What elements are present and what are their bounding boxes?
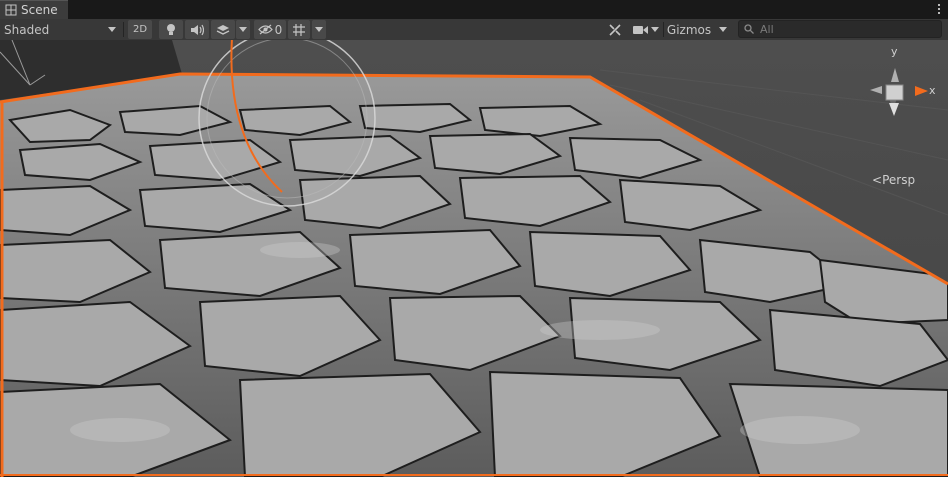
lightbulb-icon xyxy=(167,24,175,35)
lighting-toggle-button[interactable] xyxy=(159,20,183,39)
scene-visibility-button[interactable]: 0 xyxy=(254,20,286,39)
chevron-down-icon xyxy=(239,27,247,32)
gizmos-label: Gizmos xyxy=(666,22,712,37)
tab-label: Scene xyxy=(21,3,58,17)
audio-toggle-button[interactable] xyxy=(185,20,209,39)
hidden-count: 0 xyxy=(274,22,283,37)
search-icon xyxy=(744,24,754,34)
grid-icon xyxy=(293,23,305,36)
chevron-down-icon xyxy=(719,27,727,32)
persp-chevron-icon: < xyxy=(872,173,883,187)
scene-viewport[interactable]: y x <Persp xyxy=(0,40,948,477)
scene-toolbar: Shaded 2D 0 Gizmos All xyxy=(0,19,948,41)
effects-dropdown-button[interactable] xyxy=(236,20,250,39)
projection-label: Persp xyxy=(882,173,916,187)
camera-settings-button[interactable] xyxy=(631,20,661,39)
toggle-2d-button[interactable]: 2D xyxy=(128,20,152,39)
tools-button[interactable] xyxy=(604,20,626,39)
x-axis-label: x xyxy=(929,84,936,97)
draw-mode-label: Shaded xyxy=(4,22,50,37)
grid-snapping-button[interactable] xyxy=(288,20,310,39)
eye-hidden-icon xyxy=(257,24,273,35)
gizmos-dropdown-button[interactable] xyxy=(714,20,732,39)
chevron-down-icon xyxy=(315,27,323,32)
gizmo-center-cube[interactable] xyxy=(885,84,904,101)
gizmos-toggle-button[interactable]: Gizmos xyxy=(665,20,713,39)
tools-icon xyxy=(609,23,621,36)
hierarchy-search-field[interactable]: All xyxy=(738,20,942,38)
y-axis-label: y xyxy=(891,45,898,58)
separator xyxy=(123,22,124,37)
tab-bar: Scene xyxy=(0,0,948,19)
draw-mode-dropdown[interactable]: Shaded xyxy=(0,20,120,39)
grid-dropdown-button[interactable] xyxy=(312,20,326,39)
tab-scene[interactable]: Scene xyxy=(0,0,68,19)
video-camera-icon xyxy=(633,25,648,34)
chevron-down-icon xyxy=(651,27,659,32)
scene-grid-icon xyxy=(5,4,17,16)
chevron-down-icon xyxy=(108,27,116,32)
effects-toggle-button[interactable] xyxy=(211,20,235,39)
more-options-icon[interactable] xyxy=(936,1,942,17)
scene-render xyxy=(0,40,948,477)
speaker-icon xyxy=(191,24,204,35)
layers-icon xyxy=(216,24,230,35)
separator xyxy=(663,22,664,37)
toggle-2d-label: 2D xyxy=(132,24,148,35)
projection-toggle[interactable]: <Persp xyxy=(872,173,915,187)
search-placeholder: All xyxy=(760,22,774,36)
